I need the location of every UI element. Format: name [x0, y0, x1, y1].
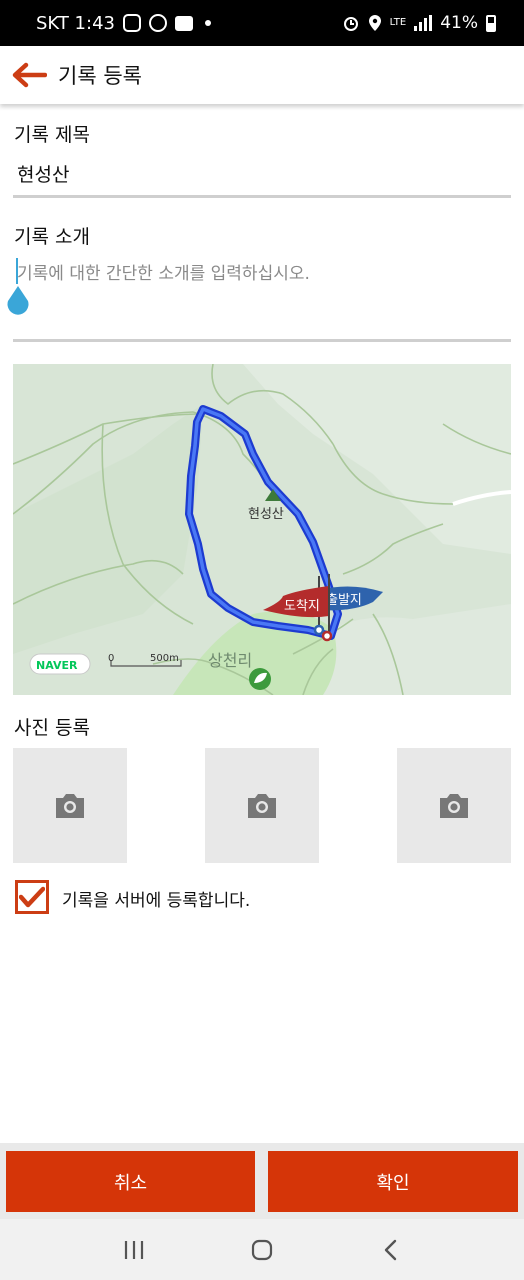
checkmark-icon [19, 886, 45, 908]
photo-slot-1[interactable] [13, 748, 127, 863]
system-back-icon [384, 1239, 397, 1260]
title-label: 기록 제목 [14, 124, 90, 146]
camera-icon [440, 793, 468, 818]
title-input[interactable]: 현성산 [17, 160, 69, 187]
intro-input[interactable]: 기록에 대한 간단한 소개를 입력하십시오. [17, 259, 310, 284]
page-title: 기록 등록 [58, 64, 142, 88]
confirm-button[interactable]: 확인 [268, 1151, 518, 1212]
battery-percent: 41% [440, 13, 478, 33]
scale-label: 500m [150, 653, 179, 664]
more-notifications-icon [204, 20, 211, 26]
photo-slot-2[interactable] [205, 748, 319, 863]
photos-label: 사진 등록 [14, 717, 90, 739]
village-label: 상천리 [208, 651, 252, 670]
camera-icon [248, 793, 276, 818]
network-type: LTE [389, 17, 407, 28]
recent-apps-icon [124, 1240, 144, 1259]
instagram-icon [122, 14, 141, 32]
battery-icon [486, 14, 496, 32]
b-app-icon [148, 14, 167, 32]
photo-slot-3[interactable] [397, 748, 511, 863]
cursor-handle-icon[interactable] [5, 284, 31, 316]
chat-icon [174, 15, 193, 31]
cancel-button[interactable]: 취소 [6, 1151, 255, 1212]
signal-icon [414, 15, 433, 31]
bottom-action-bar: 취소 확인 [0, 1143, 524, 1219]
scale-zero: 0 [108, 653, 114, 664]
naver-logo: NAVER [36, 659, 78, 672]
save-to-server-checkbox[interactable] [15, 880, 49, 914]
home-icon [251, 1239, 273, 1260]
peak-label: 현성산 [248, 507, 284, 522]
system-back-button[interactable] [370, 1230, 410, 1270]
end-flag-label: 도착지 [284, 599, 320, 614]
intro-label: 기록 소개 [14, 226, 90, 248]
save-to-server-label: 기록을 서버에 등록합니다. [62, 891, 251, 911]
camera-icon [56, 793, 84, 818]
back-arrow-icon [12, 62, 47, 88]
start-flag-label: 출발지 [326, 593, 362, 608]
intro-input-underline [13, 339, 511, 342]
location-icon [368, 15, 381, 31]
status-time: SKT 1:43 [36, 12, 115, 34]
system-nav-bar [0, 1219, 524, 1280]
alarm-icon [343, 17, 358, 31]
map-canvas: 현성산 출발지 도착지 상천리 NAVER 0 500m [13, 364, 511, 695]
text-cursor [16, 258, 18, 284]
route-map[interactable]: 현성산 출발지 도착지 상천리 NAVER 0 500m [13, 364, 511, 695]
end-point-icon [321, 630, 333, 642]
status-bar: SKT 1:43 LTE 41% [0, 0, 524, 46]
back-button[interactable] [0, 46, 58, 104]
title-input-underline [13, 195, 511, 198]
photo-slots [13, 748, 511, 863]
recent-apps-button[interactable] [114, 1230, 154, 1270]
start-point-icon [313, 624, 325, 636]
home-button[interactable] [242, 1230, 282, 1270]
app-bar: 기록 등록 [0, 46, 524, 104]
